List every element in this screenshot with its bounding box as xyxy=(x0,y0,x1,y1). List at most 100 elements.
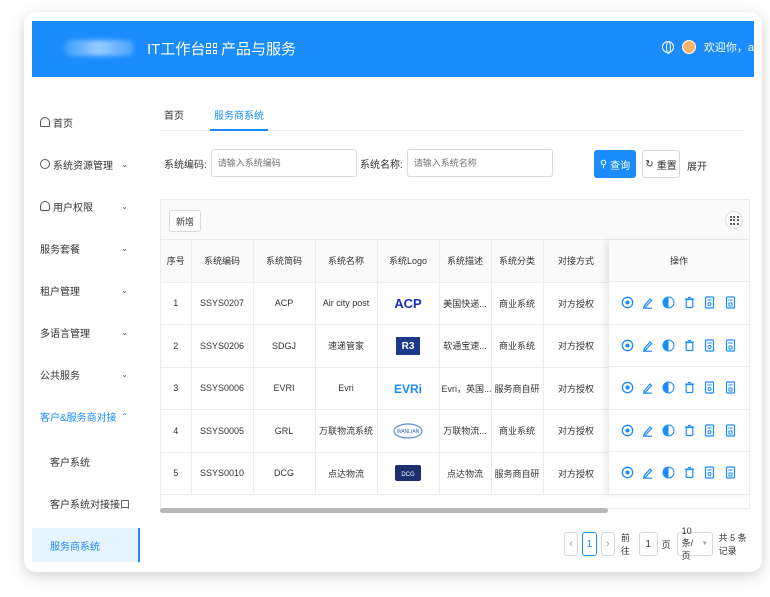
system-logo: EVRi xyxy=(377,367,440,410)
sidebar-item-service-packages[interactable]: 服务套餐 ⌄ xyxy=(32,231,140,265)
products-menu[interactable]: 产品与服务 xyxy=(206,38,296,59)
home-icon xyxy=(40,117,50,127)
chevron-down-icon: ⌄ xyxy=(121,159,128,169)
ops-row xyxy=(609,367,749,410)
sidebar-item-public-services[interactable]: 公共服务 ⌄ xyxy=(32,357,140,391)
top-navbar: IT工作台 产品与服务 欢迎你，a xyxy=(32,21,754,77)
logo-text: ACP xyxy=(394,296,422,311)
delete-icon[interactable] xyxy=(682,423,696,437)
system-logo: ACP xyxy=(377,282,440,325)
tab-home[interactable]: 首页 xyxy=(160,105,188,131)
edit-icon[interactable] xyxy=(641,381,655,395)
app-window: IT工作台 产品与服务 欢迎你，a 首页 系统资源管理 ⌄ 用户权限 ⌄ 服务套… xyxy=(24,12,762,572)
tab-provider-systems[interactable]: 服务商系统 xyxy=(210,105,268,131)
col-header: 系统Logo xyxy=(377,240,440,283)
view-icon[interactable] xyxy=(620,296,634,310)
system-name-input[interactable] xyxy=(406,149,553,177)
ops-header: 操作 xyxy=(609,240,749,282)
delete-icon[interactable] xyxy=(682,381,696,395)
system-logo: DCG xyxy=(377,452,440,495)
sidebar-item-i18n[interactable]: 多语言管理 ⌄ xyxy=(32,315,140,349)
toggle-icon[interactable] xyxy=(662,423,676,437)
prev-page-button[interactable]: ‹ xyxy=(564,532,579,556)
expand-link[interactable]: 展开 xyxy=(687,158,707,173)
table-row[interactable]: 1 SSYS0207 ACP Air city post ACP 美国快递...… xyxy=(161,282,610,325)
reset-button[interactable]: ↻ 重置 xyxy=(642,150,680,178)
column-settings-icon[interactable] xyxy=(725,211,743,229)
document-settings-icon[interactable] xyxy=(724,296,738,310)
document-search-icon[interactable] xyxy=(703,381,717,395)
chevron-down-icon: ⌄ xyxy=(121,285,128,295)
sidebar-item-customer-interfaces[interactable]: 客户系统对接接口 xyxy=(32,486,140,520)
page-size-select[interactable]: 10条/页 ▼ xyxy=(676,526,713,561)
ops-row xyxy=(609,410,749,452)
view-icon[interactable] xyxy=(620,466,634,480)
edit-icon[interactable] xyxy=(641,296,655,310)
toggle-icon[interactable] xyxy=(662,466,676,480)
system-logo: R3 xyxy=(377,324,440,368)
grid-icon xyxy=(206,43,217,54)
edit-icon[interactable] xyxy=(641,338,655,352)
document-search-icon[interactable] xyxy=(703,338,717,352)
page-1-button[interactable]: 1 xyxy=(582,532,597,556)
welcome-text[interactable]: 欢迎你，a xyxy=(704,39,754,55)
caret-down-icon: ▼ xyxy=(701,541,708,547)
goto-prefix: 前往 xyxy=(620,533,630,556)
goto-page-input[interactable]: 1 xyxy=(638,532,658,556)
document-settings-icon[interactable] xyxy=(724,423,738,437)
logo-text: R3 xyxy=(402,341,415,352)
document-settings-icon[interactable] xyxy=(724,466,738,480)
chevron-up-icon: ⌃ xyxy=(121,411,128,421)
delete-icon[interactable] xyxy=(682,466,696,480)
table-row[interactable]: 2 SSYS0206 SDGJ 速递管家 R3 软通宝速... 商业系统 对方授… xyxy=(161,324,610,368)
gear-icon xyxy=(40,159,50,169)
toggle-icon[interactable] xyxy=(662,296,676,310)
sidebar-item-tenant-management[interactable]: 租户管理 ⌄ xyxy=(32,273,140,307)
col-header: 系统描述 xyxy=(439,240,492,283)
horizontal-scrollbar[interactable] xyxy=(160,508,608,513)
main-content: 首页 服务商系统 系统编码: 系统名称: ⚲ 查询 ↻ 重置 展开 新增 xyxy=(146,87,754,565)
chevron-down-icon: ⌄ xyxy=(121,201,128,211)
document-search-icon[interactable] xyxy=(703,466,717,480)
sidebar-item-system-resources[interactable]: 系统资源管理 ⌄ xyxy=(32,147,140,181)
edit-icon[interactable] xyxy=(641,466,655,480)
filter-code: 系统编码: xyxy=(164,149,357,177)
refresh-icon: ↻ xyxy=(645,158,654,170)
chevron-down-icon: ⌄ xyxy=(121,327,128,337)
total-records: 共 5 条记录 xyxy=(718,533,747,556)
sidebar-item-provider-systems[interactable]: 服务商系统 xyxy=(32,528,140,562)
ops-row xyxy=(609,282,749,325)
globe-icon[interactable] xyxy=(661,41,674,54)
table-row[interactable]: 3 SSYS0006 EVRI Evri EVRi Evri，英国... 服务商… xyxy=(161,367,610,410)
toggle-icon[interactable] xyxy=(662,338,676,352)
products-label: 产品与服务 xyxy=(221,41,297,58)
avatar[interactable] xyxy=(681,40,696,54)
logo-text: DCG xyxy=(401,472,415,478)
table-row[interactable]: 5 SSYS0010 DCG 点达物流 DCG 点达物流 服务商自研 对方授权 xyxy=(161,452,610,495)
view-icon[interactable] xyxy=(620,423,634,437)
sidebar-item-user-permissions[interactable]: 用户权限 ⌄ xyxy=(32,189,140,223)
document-search-icon[interactable] xyxy=(703,423,717,437)
delete-icon[interactable] xyxy=(682,296,696,310)
query-button[interactable]: ⚲ 查询 xyxy=(594,150,636,178)
goto-suffix: 页 xyxy=(661,539,671,550)
document-settings-icon[interactable] xyxy=(724,338,738,352)
brand-logo[interactable] xyxy=(64,40,134,56)
edit-icon[interactable] xyxy=(641,423,655,437)
view-icon[interactable] xyxy=(620,338,634,352)
sidebar-item-customer-provider[interactable]: 客户&服务商对接 ⌃ xyxy=(32,399,140,433)
add-button[interactable]: 新增 xyxy=(169,210,201,232)
table-row[interactable]: 4 SSYS0005 GRL 万联物流系统 WANLIAN 万联物流... 商业… xyxy=(161,409,610,453)
next-page-button[interactable]: › xyxy=(600,532,615,556)
toggle-icon[interactable] xyxy=(662,381,676,395)
workspace-title[interactable]: IT工作台 xyxy=(147,38,205,59)
table-toolbar: 新增 xyxy=(161,200,749,240)
document-settings-icon[interactable] xyxy=(724,381,738,395)
system-code-input[interactable] xyxy=(210,149,357,177)
col-header: 系统简码 xyxy=(253,240,316,283)
sidebar-item-customer-systems[interactable]: 客户系统 xyxy=(32,444,140,478)
view-icon[interactable] xyxy=(620,381,634,395)
sidebar-item-home[interactable]: 首页 xyxy=(32,105,140,139)
document-search-icon[interactable] xyxy=(703,296,717,310)
delete-icon[interactable] xyxy=(682,338,696,352)
